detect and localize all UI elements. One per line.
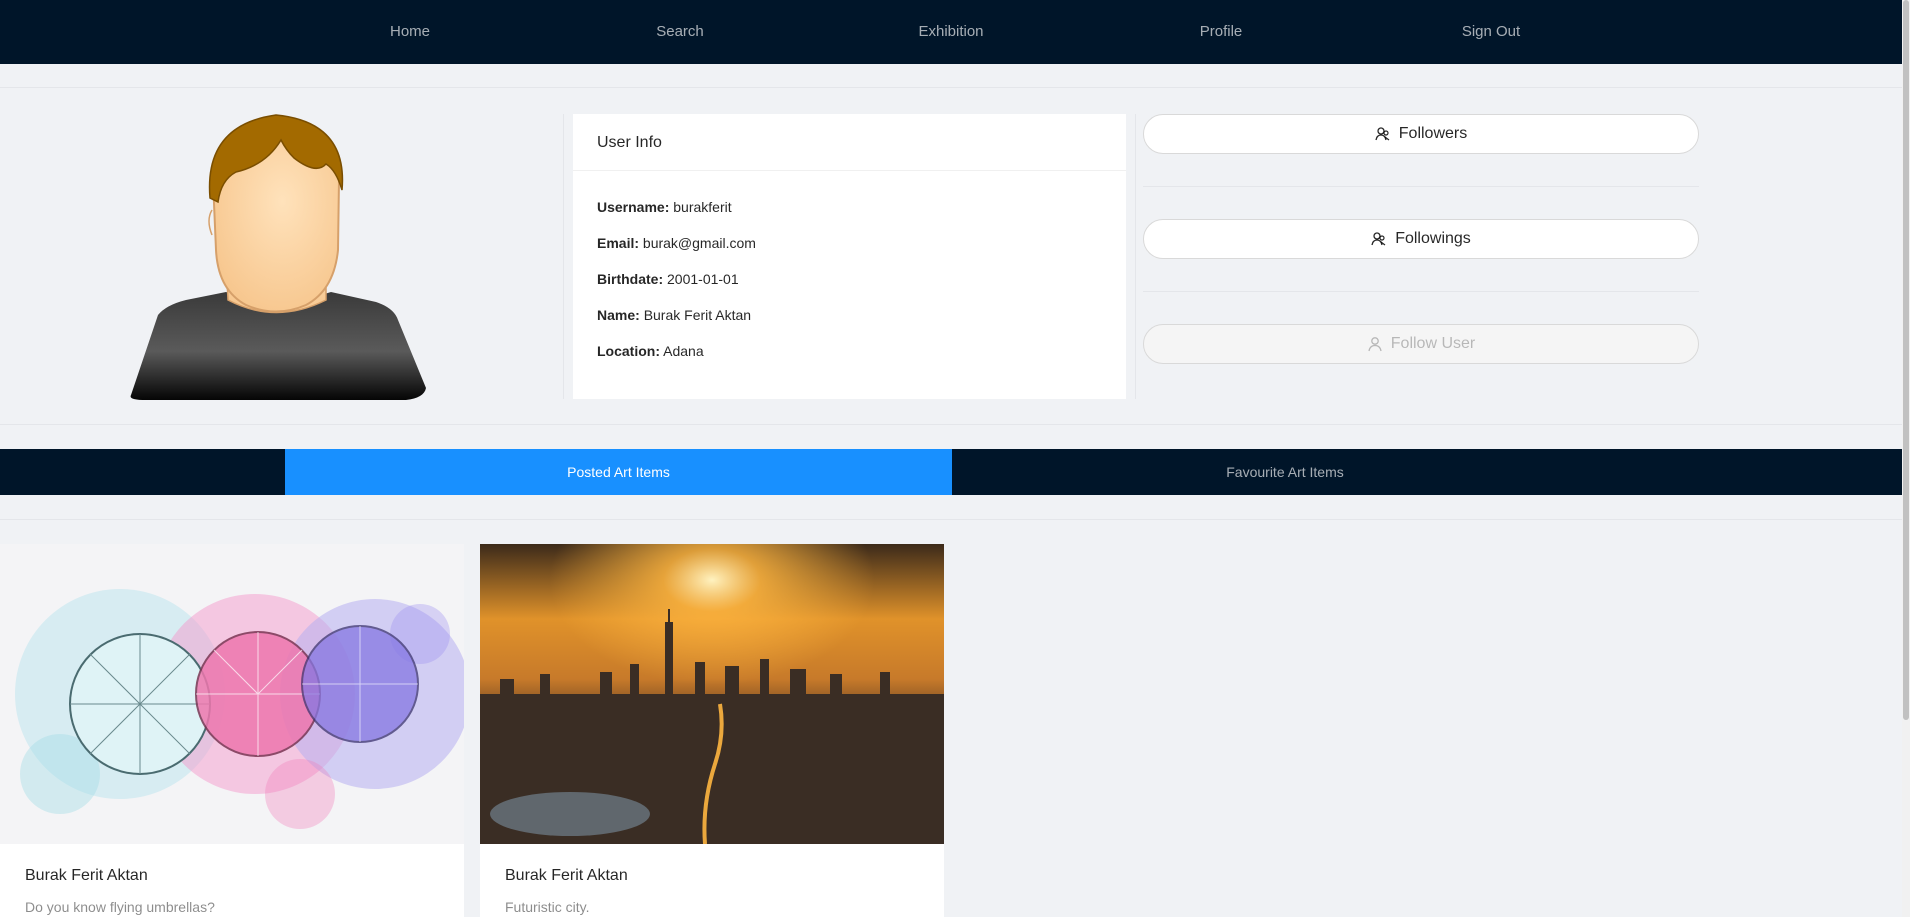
art-description: Futuristic city. [505, 899, 590, 915]
art-card[interactable]: Burak Ferit Aktan Do you know flying umb… [0, 544, 464, 917]
scroll-thumb[interactable] [1903, 0, 1909, 720]
top-nav: Home Search Exhibition Profile Sign Out [0, 0, 1902, 64]
nav-sign-out[interactable]: Sign Out [1391, 0, 1591, 64]
follow-user-button[interactable]: Follow User [1143, 324, 1699, 364]
divider [1135, 114, 1136, 399]
email-row: Email: burak@gmail.com [597, 235, 756, 251]
username-value: burakferit [673, 199, 732, 215]
city-image [480, 544, 944, 844]
team-icon [1375, 127, 1390, 141]
umbrellas-image [0, 544, 464, 844]
nav-search[interactable]: Search [580, 0, 780, 64]
location-row: Location: Adana [597, 343, 704, 359]
follow-user-label: Follow User [1390, 335, 1476, 352]
divider [0, 87, 1902, 88]
followers-label: Followers [1398, 125, 1468, 142]
page-scrollbar[interactable] [1902, 0, 1910, 917]
divider [0, 519, 1902, 520]
divider [0, 424, 1902, 425]
followers-button[interactable]: Followers [1143, 114, 1699, 154]
email-value: burak@gmail.com [642, 235, 756, 251]
user-icon [1368, 337, 1382, 352]
art-tabs: Posted Art Items Favourite Art Items [0, 449, 1902, 495]
name-value: Burak Ferit Aktan [643, 307, 752, 323]
birthdate-value: 2001-01-01 [667, 271, 739, 287]
art-author: Burak Ferit Aktan [25, 867, 148, 884]
nav-home[interactable]: Home [310, 0, 510, 64]
avatar [130, 114, 427, 400]
user-info-card: User Info Username: burakferit Email: bu… [573, 114, 1126, 399]
nav-exhibition[interactable]: Exhibition [851, 0, 1051, 64]
tab-favourite-art-items[interactable]: Favourite Art Items [952, 449, 1618, 495]
divider [1143, 186, 1699, 187]
card-title: User Info [573, 114, 1126, 171]
tab-posted-art-items[interactable]: Posted Art Items [285, 449, 952, 495]
divider [563, 114, 564, 399]
art-description: Do you know flying umbrellas? [25, 899, 215, 915]
followings-button[interactable]: Followings [1143, 219, 1699, 259]
name-row: Name: Burak Ferit Aktan [597, 307, 752, 323]
username-row: Username: burakferit [597, 199, 732, 215]
divider [1143, 291, 1699, 292]
followings-label: Followings [1395, 230, 1471, 247]
art-card[interactable]: Burak Ferit Aktan Futuristic city. [480, 544, 944, 917]
nav-profile[interactable]: Profile [1121, 0, 1321, 64]
art-author: Burak Ferit Aktan [505, 867, 628, 884]
birthdate-row: Birthdate: 2001-01-01 [597, 271, 739, 287]
team-icon [1371, 232, 1386, 246]
location-value: Adana [663, 343, 704, 359]
